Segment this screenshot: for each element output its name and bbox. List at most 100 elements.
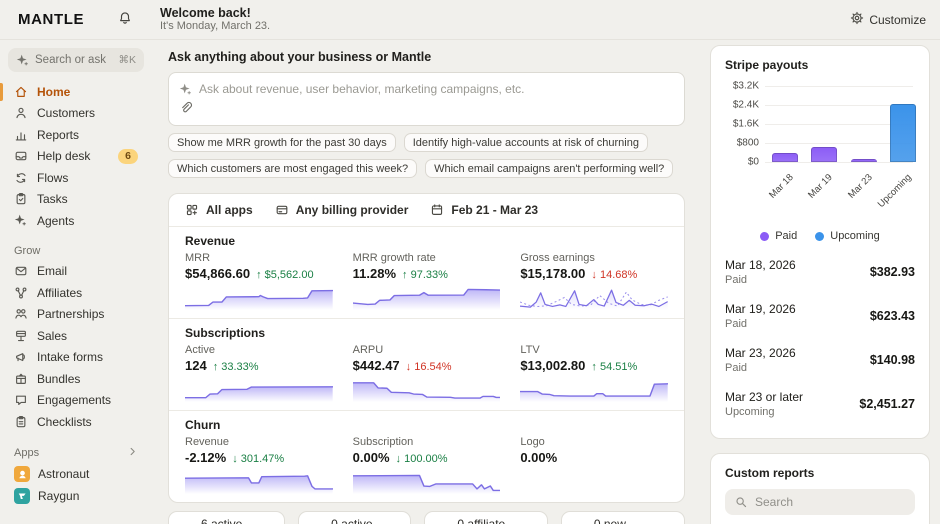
custom-reports-card: Custom reports Search Overview — [710, 453, 930, 524]
sidebar-item-label: Partnerships — [37, 307, 105, 322]
sparkline-chart — [352, 382, 501, 402]
sidebar-item-tasks[interactable]: Tasks — [8, 189, 144, 211]
filter-any-billing-provider[interactable]: Any billing provider — [275, 203, 408, 217]
ask-input[interactable]: Ask about revenue, user behavior, market… — [168, 72, 685, 126]
sidebar-item-email[interactable]: Email — [8, 261, 144, 283]
sidebar-item-home[interactable]: Home — [0, 81, 144, 103]
sidebar-item-label: Email — [37, 264, 68, 279]
suggestion-chip[interactable]: Which email campaigns aren't performing … — [425, 159, 674, 178]
customize-button[interactable]: Customize — [850, 11, 926, 28]
megaphone-icon — [14, 350, 29, 364]
payout-status: Upcoming — [725, 405, 775, 418]
suggestion-chip[interactable]: Identify high-value accounts at risk of … — [403, 133, 648, 152]
sidebar-app-astronaut[interactable]: Astronaut — [8, 464, 144, 486]
apps-label-text: Apps — [14, 446, 40, 459]
metric-revenue: Revenue -2.12% ↓ 301.47% — [185, 436, 333, 494]
section-title: Churn — [185, 418, 221, 432]
bar-mar-19 — [811, 147, 838, 162]
filter-all-apps[interactable]: All apps — [185, 203, 253, 217]
sidebar-item-label: Help desk — [37, 149, 91, 164]
notifications-bell-button[interactable] — [114, 9, 136, 31]
sparkle-icon — [14, 214, 29, 227]
metric-section-revenue: Revenue MRR $54,866.60 ↑ $5,562.00 MRR gr… — [169, 227, 684, 318]
custom-report-overview[interactable]: Overview — [725, 515, 915, 524]
chip-row: Which customers are most engaged this we… — [168, 159, 685, 178]
sidebar-item-flows[interactable]: Flows — [8, 167, 144, 189]
search-or-ask-button[interactable]: Search or ask ⌘K — [8, 48, 144, 72]
search-placeholder: Search — [755, 495, 794, 509]
attach-file-button[interactable] — [179, 101, 193, 118]
astronaut-app-icon — [14, 466, 30, 483]
metric-delta: ↓ 14.68% — [591, 269, 638, 281]
apps-section-header[interactable]: Apps — [14, 446, 138, 460]
payout-list: Mar 18, 2026 Paid $382.93 Mar 19, 2026 P… — [725, 250, 915, 426]
suggestion-chip[interactable]: Which customers are most engaged this we… — [168, 159, 418, 178]
metric-label: Active — [185, 344, 215, 356]
sidebar-item-label: Raygun — [38, 488, 80, 503]
sidebar-item-label: Customers — [37, 106, 96, 121]
metric-value: 124 — [185, 358, 207, 373]
payout-row: Mar 18, 2026 Paid $382.93 — [725, 250, 915, 294]
quick-link-0-affiliate-payo[interactable]: 0 affiliate payo... — [424, 511, 548, 524]
payout-date: Mar 23, 2026 — [725, 345, 796, 360]
apps-nav: Astronaut Raygun — [8, 464, 144, 507]
quick-link-label: 0 affiliate payo... — [457, 517, 506, 524]
chat-icon — [14, 393, 29, 407]
credit-card-icon — [275, 203, 289, 217]
metric-delta: ↑ $5,562.00 — [256, 269, 314, 281]
sidebar-item-label: Astronaut — [38, 467, 90, 482]
quick-link-6-active-tickets[interactable]: 6 active tickets — [168, 511, 286, 524]
quick-link-0-new-users-th[interactable]: 0 new users th... — [560, 511, 686, 524]
sidebar-item-help-desk[interactable]: Help desk 6 — [8, 146, 144, 168]
bar-mar-23 — [850, 158, 877, 162]
sidebar-item-intake-forms[interactable]: Intake forms — [8, 347, 144, 369]
sidebar-item-engagements[interactable]: Engagements — [8, 390, 144, 412]
grow-section-label: Grow — [14, 245, 138, 257]
sidebar-item-customers[interactable]: Customers — [8, 103, 144, 125]
payout-amount: $140.98 — [869, 353, 915, 367]
legend-label: Upcoming — [830, 230, 880, 242]
legend-dot — [760, 231, 770, 241]
sparkline-chart — [352, 474, 501, 494]
quick-link-label: 0 active deals — [331, 517, 373, 524]
chart-legend: Paid Upcoming — [725, 230, 915, 242]
metric-mrr-growth-rate: MRR growth rate 11.28% ↑ 97.33% — [352, 252, 501, 310]
metric-label: MRR growth rate — [352, 252, 436, 264]
quick-link-label: 0 new users th... — [593, 517, 626, 524]
payout-status: Paid — [725, 317, 748, 330]
metric-section-subscriptions: Subscriptions Active 124 ↑ 33.33% ARPU $4… — [169, 318, 684, 410]
main-nav: Home Customers Reports Help desk 6 Flows … — [0, 81, 144, 232]
sparkle-icon — [179, 83, 192, 96]
payout-date: Mar 18, 2026 — [725, 257, 796, 272]
stripe-payouts-bar-chart: $3.2K $2.4K $1.6K $800 $0 Mar 18 Mar 19 Mar 23 U… — [725, 81, 917, 228]
sidebar-item-checklists[interactable]: Checklists — [8, 411, 144, 433]
sidebar-item-partnerships[interactable]: Partnerships — [8, 304, 144, 326]
sidebar-item-label: Reports — [37, 127, 80, 142]
y-axis-tick: $0 — [747, 156, 759, 168]
package-icon — [14, 372, 29, 386]
quick-link-0-active-deals[interactable]: 0 active deals — [298, 511, 412, 524]
sidebar-item-affiliates[interactable]: Affiliates — [8, 282, 144, 304]
metric-gross-earnings: Gross earnings $15,178.00 ↓ 14.68% — [520, 252, 668, 310]
sidebar-item-reports[interactable]: Reports — [8, 124, 144, 146]
sparkline-chart — [520, 383, 668, 402]
mantle-logo: MANTLE — [18, 11, 85, 28]
sidebar-app-raygun[interactable]: Raygun — [8, 485, 144, 507]
payout-amount: $623.43 — [869, 309, 915, 323]
legend-dot — [815, 231, 825, 241]
paperclip-icon — [179, 101, 193, 118]
metric-subscription: Subscription 0.00% ↓ 100.00% — [352, 436, 501, 494]
apps-grid-icon — [185, 203, 199, 217]
metric-value: $15,178.00 — [520, 266, 586, 281]
custom-reports-search-input[interactable]: Search — [725, 489, 915, 515]
sidebar-item-agents[interactable]: Agents — [8, 210, 144, 232]
logo-zone: MANTLE — [0, 9, 152, 31]
stripe-payouts-title: Stripe payouts — [725, 58, 809, 72]
sidebar-item-bundles[interactable]: Bundles — [8, 368, 144, 390]
metric-mrr: MRR $54,866.60 ↑ $5,562.00 — [185, 252, 333, 310]
filter-feb-21-mar-23[interactable]: Feb 21 - Mar 23 — [430, 203, 538, 217]
suggestion-chip[interactable]: Show me MRR growth for the past 30 days — [168, 133, 396, 152]
welcome-title: Welcome back! — [160, 6, 251, 20]
payout-date: Mar 23 or later — [725, 389, 804, 404]
sidebar-item-sales[interactable]: Sales — [8, 325, 144, 347]
